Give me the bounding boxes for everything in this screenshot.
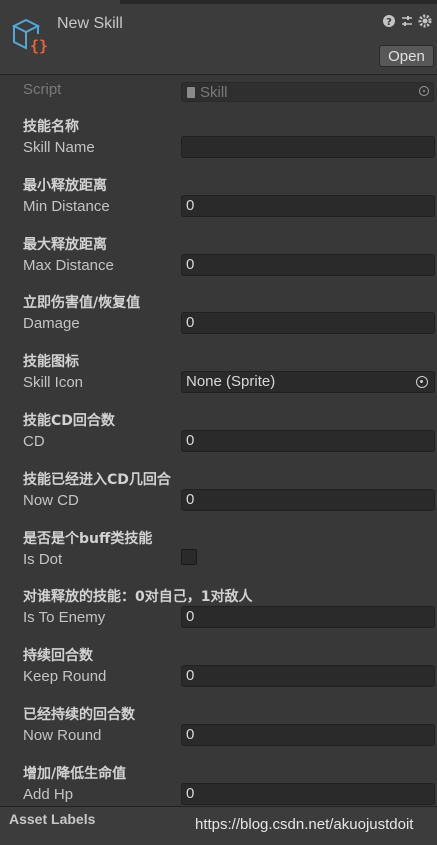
object-picker-icon xyxy=(419,86,429,96)
field-row: 技能CD回合数 CD 0 xyxy=(0,410,437,468)
field-label: Keep Round xyxy=(23,668,107,686)
field-row: 技能已经进入CD几回合 Now CD 0 xyxy=(0,469,437,527)
script-label: Script xyxy=(23,81,62,98)
value-input[interactable]: 0 xyxy=(181,488,435,511)
value-input[interactable]: 0 xyxy=(181,253,435,276)
field-row: 已经持续的回合数 Now Round 0 xyxy=(0,704,437,762)
field-header-label: 技能已经进入CD几回合 xyxy=(23,471,171,488)
watermark-text: https://blog.csdn.net/akuojustdoit xyxy=(195,816,414,833)
field-label: Min Distance xyxy=(23,197,110,215)
field-label: Add Hp xyxy=(23,785,74,803)
field-row: 持续回合数 Keep Round 0 xyxy=(0,645,437,703)
field-label: Skill Icon xyxy=(23,374,84,392)
value-input[interactable]: 0 xyxy=(181,724,435,746)
field-header-label: 增加/降低生命值 xyxy=(23,765,127,782)
script-file-icon xyxy=(187,87,195,98)
field-row: 立即伤害值/恢复值 Damage 0 xyxy=(0,292,437,350)
field-label: CD xyxy=(23,433,45,450)
asset-title: New Skill xyxy=(57,15,123,32)
script-field: Skill xyxy=(181,82,434,102)
asset-labels-bar[interactable]: Asset Labels https://blog.csdn.net/akuoj… xyxy=(0,806,437,845)
field-label: Is To Enemy xyxy=(23,609,106,627)
field-header-label: 最大释放距离 xyxy=(23,236,107,253)
field-row: 最小释放距离 Min Distance 0 xyxy=(0,175,437,233)
is-dot-checkbox[interactable] xyxy=(181,548,197,565)
settings-gear-icon[interactable] xyxy=(417,14,433,30)
value-input[interactable]: 0 xyxy=(181,665,435,688)
value-input[interactable]: 0 xyxy=(181,606,435,629)
field-row: 技能图标 Skill Icon None (Sprite) xyxy=(0,351,437,409)
field-row: 最大释放距离 Max Distance 0 xyxy=(0,234,437,292)
script-value: Skill xyxy=(200,84,228,101)
value-input[interactable]: 0 xyxy=(181,194,435,217)
script-row: Script Skill xyxy=(0,79,437,102)
field-label: Now Round xyxy=(23,727,102,744)
header-icons: ? xyxy=(377,14,437,32)
field-header-label: 已经持续的回合数 xyxy=(23,707,135,723)
field-label: Is Dot xyxy=(23,550,63,568)
svg-text:?: ? xyxy=(386,17,392,28)
field-row: 技能名称 Skill Name xyxy=(0,116,437,174)
field-label: Max Distance xyxy=(23,256,114,274)
field-header-label: 对谁释放的技能：0对自己，1对敌人 xyxy=(23,589,253,606)
field-header-label: 技能图标 xyxy=(23,354,79,371)
field-header-label: 是否是个buff类技能 xyxy=(23,530,153,547)
scriptable-object-icon: {} xyxy=(11,18,48,55)
inspector-header: {} New Skill ? Open xyxy=(0,4,437,75)
help-icon[interactable]: ? xyxy=(381,14,397,30)
field-label: Damage xyxy=(23,315,80,333)
field-header-label: 技能CD回合数 xyxy=(23,413,115,429)
value-input[interactable]: 0 xyxy=(181,312,435,335)
value-input[interactable]: 0 xyxy=(181,430,435,452)
asset-labels-title: Asset Labels xyxy=(9,811,96,827)
field-label: Skill Name xyxy=(23,139,95,156)
field-header-label: 最小释放距离 xyxy=(23,177,107,194)
field-row: 是否是个buff类技能 Is Dot xyxy=(0,528,437,586)
value-input[interactable]: 0 xyxy=(181,782,435,805)
field-row: 对谁释放的技能：0对自己，1对敌人 Is To Enemy 0 xyxy=(0,586,437,644)
open-button[interactable]: Open xyxy=(379,45,434,67)
field-header-label: 持续回合数 xyxy=(23,648,93,665)
value-input[interactable] xyxy=(181,136,435,158)
field-label: Now CD xyxy=(23,491,79,509)
preset-icon[interactable] xyxy=(399,14,415,30)
field-header-label: 技能名称 xyxy=(23,119,79,135)
sprite-object-field[interactable]: None (Sprite) xyxy=(181,371,435,394)
svg-text:{}: {} xyxy=(30,37,48,55)
field-header-label: 立即伤害值/恢复值 xyxy=(23,295,141,312)
